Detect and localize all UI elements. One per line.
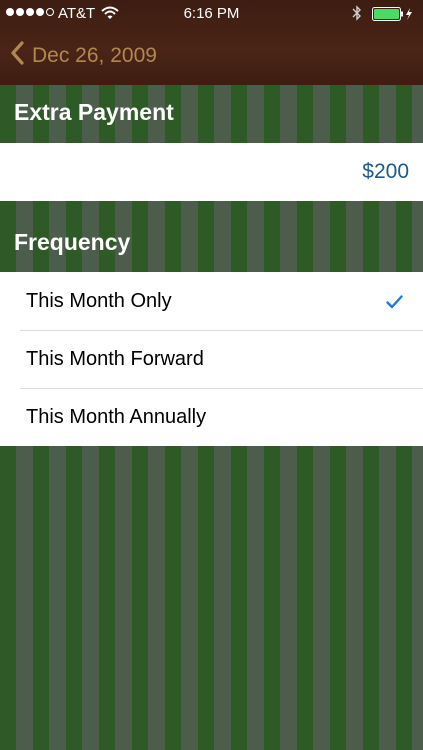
back-button-label: Dec 26, 2009 xyxy=(32,44,157,67)
back-button[interactable]: Dec 26, 2009 xyxy=(10,40,157,72)
bluetooth-icon xyxy=(352,5,362,25)
status-bar: AT&T 6:16 PM xyxy=(0,0,423,28)
header-background: AT&T 6:16 PM Dec 26, 2009 xyxy=(0,0,423,85)
battery-icon xyxy=(372,7,416,25)
option-label: This Month Forward xyxy=(26,347,204,370)
extra-payment-value-field[interactable]: $200 xyxy=(0,143,423,201)
extra-payment-header: Extra Payment xyxy=(14,99,174,125)
frequency-header: Frequency xyxy=(14,229,131,255)
option-label: This Month Annually xyxy=(26,405,207,428)
chevron-left-icon xyxy=(10,41,32,71)
option-this-month-forward[interactable]: This Month Forward xyxy=(0,330,423,388)
checkmark-icon xyxy=(386,292,403,315)
navigation-bar: Dec 26, 2009 xyxy=(0,28,423,85)
option-label: This Month Only xyxy=(26,289,172,312)
frequency-options-list: This Month Only This Month Forward This … xyxy=(0,272,423,446)
option-this-month-only[interactable]: This Month Only xyxy=(0,272,423,330)
extra-payment-value: $200 xyxy=(362,160,409,183)
option-this-month-annually[interactable]: This Month Annually xyxy=(0,388,423,446)
extra-payment-group: $200 xyxy=(0,143,423,201)
